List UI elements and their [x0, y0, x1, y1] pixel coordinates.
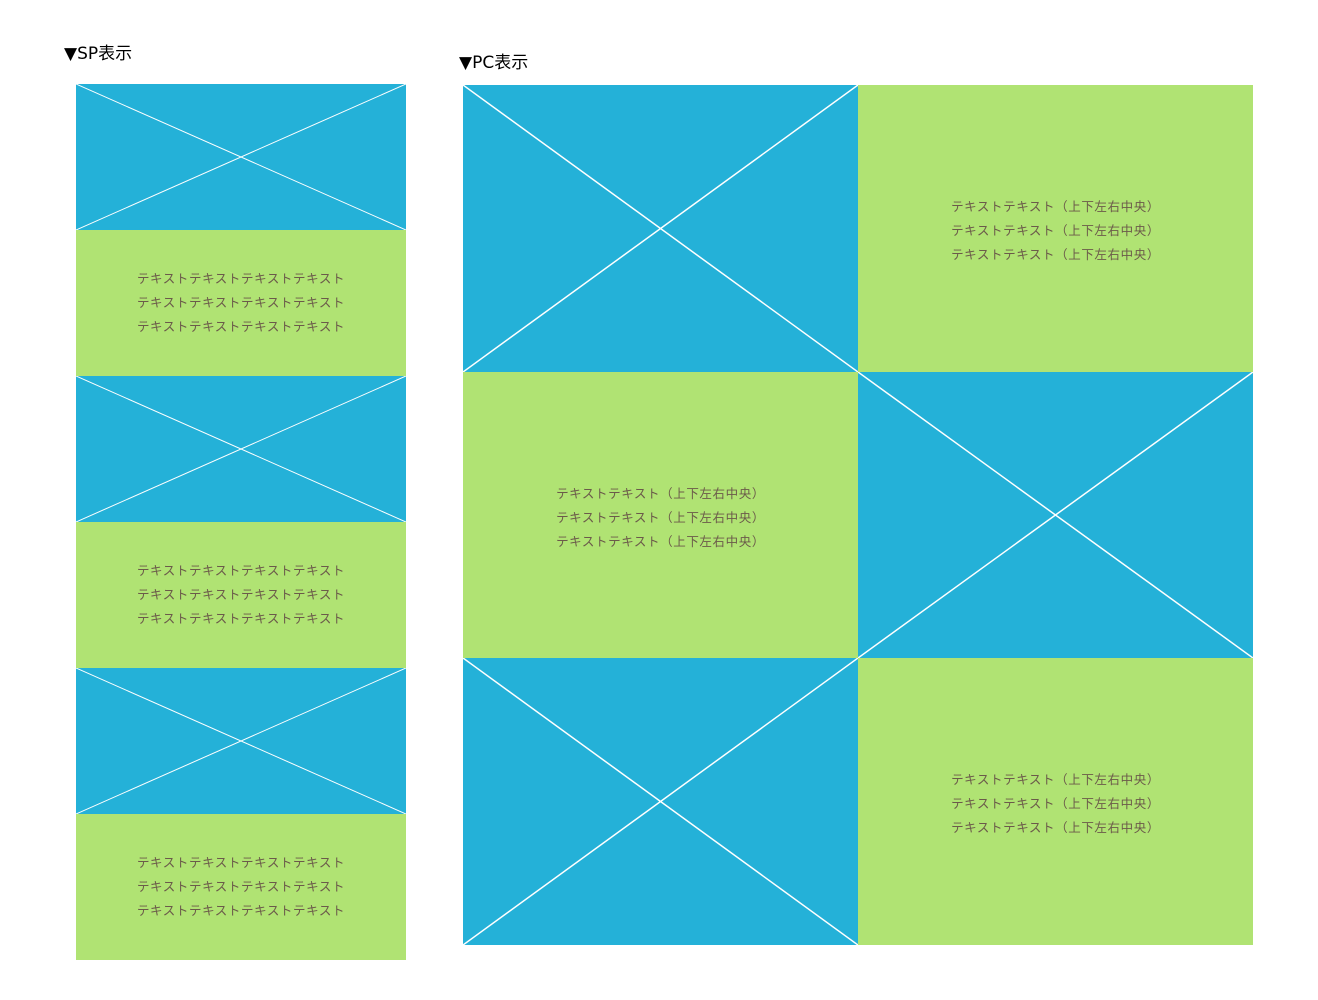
pc-image-placeholder-3: [463, 658, 858, 945]
pc-layout-grid: テキストテキスト（上下左右中央） テキストテキスト（上下左右中央） テキストテキ…: [463, 85, 1253, 945]
image-placeholder-cross-icon: [463, 658, 858, 945]
text-line: テキストテキスト（上下左右中央）: [951, 820, 1160, 835]
sp-image-placeholder-1: [76, 84, 406, 230]
text-line: テキストテキストテキストテキスト: [136, 319, 346, 334]
text-line: テキストテキスト（上下左右中央）: [951, 247, 1160, 262]
text-line: テキストテキスト（上下左右中央）: [951, 199, 1160, 214]
text-line: テキストテキスト（上下左右中央）: [951, 223, 1160, 238]
text-line: テキストテキスト（上下左右中央）: [951, 772, 1160, 787]
sp-text-block-1: テキストテキストテキストテキスト テキストテキストテキストテキスト テキストテキ…: [76, 230, 406, 376]
sp-layout-column: テキストテキストテキストテキスト テキストテキストテキストテキスト テキストテキ…: [76, 84, 406, 960]
text-line: テキストテキストテキストテキスト: [136, 855, 346, 870]
pc-section-title: ▼PC表示: [459, 53, 529, 73]
image-placeholder-cross-icon: [858, 372, 1253, 658]
sp-text-block-2: テキストテキストテキストテキスト テキストテキストテキストテキスト テキストテキ…: [76, 522, 406, 668]
pc-text-block-2: テキストテキスト（上下左右中央） テキストテキスト（上下左右中央） テキストテキ…: [463, 372, 858, 658]
image-placeholder-cross-icon: [76, 376, 406, 522]
pc-text-block-3: テキストテキスト（上下左右中央） テキストテキスト（上下左右中央） テキストテキ…: [858, 658, 1253, 945]
text-line: テキストテキスト（上下左右中央）: [556, 510, 765, 525]
sp-section-title: ▼SP表示: [64, 44, 133, 64]
text-line: テキストテキストテキストテキスト: [136, 563, 346, 578]
pc-image-placeholder-1: [463, 85, 858, 372]
text-line: テキストテキスト（上下左右中央）: [556, 534, 765, 549]
text-line: テキストテキストテキストテキスト: [136, 611, 346, 626]
text-line: テキストテキスト（上下左右中央）: [951, 796, 1160, 811]
image-placeholder-cross-icon: [76, 668, 406, 814]
text-line: テキストテキストテキストテキスト: [136, 587, 346, 602]
sp-image-placeholder-2: [76, 376, 406, 522]
text-line: テキストテキストテキストテキスト: [136, 903, 346, 918]
sp-text-block-3: テキストテキストテキストテキスト テキストテキストテキストテキスト テキストテキ…: [76, 814, 406, 960]
image-placeholder-cross-icon: [463, 85, 858, 372]
image-placeholder-cross-icon: [76, 84, 406, 230]
pc-image-placeholder-2: [858, 372, 1253, 658]
text-line: テキストテキストテキストテキスト: [136, 295, 346, 310]
text-line: テキストテキストテキストテキスト: [136, 879, 346, 894]
sp-image-placeholder-3: [76, 668, 406, 814]
pc-text-block-1: テキストテキスト（上下左右中央） テキストテキスト（上下左右中央） テキストテキ…: [858, 85, 1253, 372]
text-line: テキストテキスト（上下左右中央）: [556, 486, 765, 501]
text-line: テキストテキストテキストテキスト: [136, 271, 346, 286]
